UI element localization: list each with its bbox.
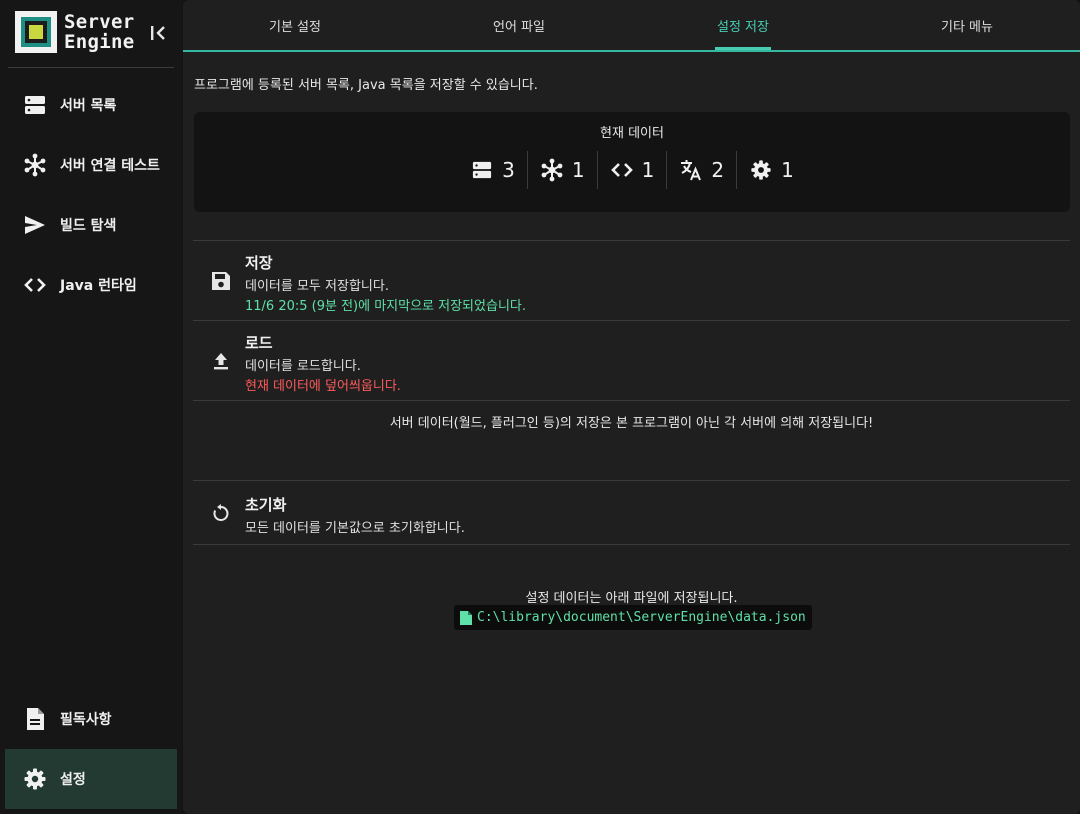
tab-label: 기타 메뉴 [941,19,993,35]
tab-label: 언어 파일 [493,19,545,35]
load-title: 로드 [245,334,273,352]
reset-action[interactable]: 초기화 모든 데이터를 기본값으로 초기화합니다. [193,481,1070,544]
sidebar-item-label: 설정 [60,772,86,788]
load-action[interactable]: 로드 데이터를 로드합니다. 현재 데이터에 덮어씌웁니다. [193,321,1070,401]
load-description: 데이터를 로드합니다. [245,359,361,374]
network-icon [23,153,47,177]
stat-languages: 2 [667,158,736,182]
file-icon [458,610,474,626]
document-icon [23,707,47,731]
intro-text: 프로그램에 등록된 서버 목록, Java 목록을 저장할 수 있습니다. [194,78,538,93]
save-description: 데이터를 모두 저장합니다. [245,279,389,294]
logo-text-line1: Server [64,11,135,33]
logo-text-line2: Engine [64,31,135,53]
current-data-stats: 3 1 1 2 1 [194,150,1070,190]
stat-value: 2 [711,158,725,182]
save-icon [209,269,233,293]
server-list-icon [23,93,47,117]
gear-icon [749,158,773,182]
active-tab-indicator [715,47,771,50]
sidebar-item-label: Java 런타임 [60,278,137,294]
tab-bar: 기본 설정 언어 파일 설정 저장 기타 메뉴 [183,0,1080,52]
sidebar-item-label: 빌드 탐색 [60,218,117,234]
load-warning-text: 현재 데이터에 덮어씌웁니다. [245,379,401,394]
current-data-card: 현재 데이터 3 1 1 2 1 [194,112,1070,212]
stat-value: 1 [641,158,655,182]
tab-save-settings[interactable]: 설정 저장 [631,0,855,50]
collapse-sidebar-icon[interactable] [148,24,168,42]
network-icon [540,158,564,182]
translate-icon [679,158,703,182]
divider [193,544,1070,545]
sidebar-item-build-explore[interactable]: 빌드 탐색 [5,195,177,255]
stat-java: 1 [598,158,667,182]
reset-icon [209,501,233,525]
sidebar-item-java-runtime[interactable]: Java 런타임 [5,255,177,315]
server-save-note: 서버 데이터(월드, 플러그인 등)의 저장은 본 프로그램이 아닌 각 서버에… [389,416,874,431]
sidebar: Server Engine 서버 목록 서버 연결 테스트 빌드 탐색 Java… [0,0,182,814]
sidebar-item-settings[interactable]: 설정 [5,749,177,809]
reset-description: 모든 데이터를 기본값으로 초기화합니다. [245,521,465,536]
upload-icon [209,349,233,373]
server-list-icon [470,158,494,182]
file-location-note: 설정 데이터는 아래 파일에 저장됩니다. [525,591,738,606]
sidebar-item-label: 서버 목록 [60,98,117,114]
data-file-path[interactable]: C:\library\document\ServerEngine\data.js… [454,605,812,630]
save-action[interactable]: 저장 데이터를 모두 저장합니다. 11/6 20:5 (9분 전)에 마지막으… [193,241,1070,321]
logo-icon [15,11,57,53]
sidebar-item-must-read[interactable]: 필독사항 [5,689,177,749]
main-panel: 기본 설정 언어 파일 설정 저장 기타 메뉴 프로그램에 등록된 서버 목록,… [183,0,1080,814]
code-icon [610,158,634,182]
send-icon [23,213,47,237]
logo-text: Server Engine [64,12,134,52]
tab-basic-settings[interactable]: 기본 설정 [183,0,407,50]
tab-other-menu[interactable]: 기타 메뉴 [855,0,1079,50]
sidebar-item-label: 서버 연결 테스트 [60,158,160,174]
save-title: 저장 [245,254,273,272]
sidebar-item-server-list[interactable]: 서버 목록 [5,75,177,135]
app-logo: Server Engine [15,11,134,53]
divider [193,400,1070,401]
stat-value: 1 [571,158,585,182]
stat-value: 1 [781,158,794,182]
stat-servers: 3 [458,158,527,182]
gear-icon [23,767,47,791]
last-saved-text: 11/6 20:5 (9분 전)에 마지막으로 저장되었습니다. [245,299,526,314]
code-icon [23,273,47,297]
stat-connections: 1 [528,158,597,182]
file-path-text: C:\library\document\ServerEngine\data.js… [477,610,806,625]
tab-label: 기본 설정 [269,19,321,35]
sidebar-divider [8,67,174,68]
sidebar-item-label: 필독사항 [60,712,112,728]
reset-title: 초기화 [245,496,287,514]
stat-settings: 1 [737,158,806,182]
stat-value: 3 [502,158,515,182]
tab-label: 설정 저장 [717,19,769,35]
sidebar-item-connection-test[interactable]: 서버 연결 테스트 [5,135,177,195]
tab-language-file[interactable]: 언어 파일 [407,0,631,50]
current-data-title: 현재 데이터 [600,126,664,141]
